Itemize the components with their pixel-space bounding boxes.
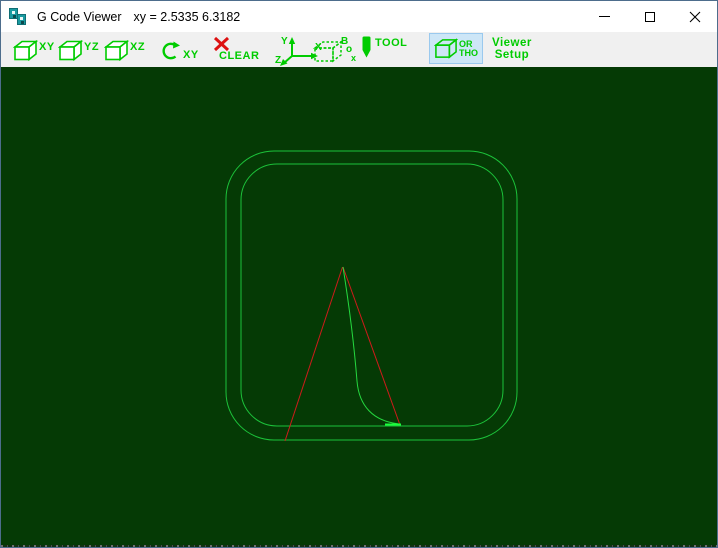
viewer-setup-line2: Setup — [494, 49, 530, 61]
view-xy-label: XY — [39, 41, 55, 53]
ortho-label-bottom: THO — [459, 47, 478, 58]
tool-endmill-icon — [362, 36, 371, 58]
view-xz-label: XZ — [130, 41, 146, 53]
toolpath-svg[interactable] — [1, 67, 717, 545]
box-dashed-cube-icon — [313, 40, 344, 63]
box-letter-x: x — [351, 53, 357, 63]
window-title: G Code Viewer — [37, 9, 122, 24]
cube-icon — [434, 38, 458, 59]
app-icon — [9, 7, 27, 26]
axes-y-label: Y — [281, 36, 288, 47]
ortho-toggle-button[interactable]: OR THO — [429, 33, 483, 64]
window-resize-edge — [1, 545, 717, 547]
viewer-setup-button[interactable]: Viewer Setup — [492, 37, 532, 61]
gcode-viewer-window: G Code Viewer xy = 2.5335 6.3182 XY YZ X… — [0, 0, 718, 548]
maximize-icon — [644, 11, 655, 22]
toolpath-inner-rounded-rect — [240, 163, 504, 427]
titlebar-xy-coordinates: xy = 2.5335 6.3182 — [133, 9, 241, 24]
box-button[interactable]: B o x — [313, 37, 359, 64]
cube-icon — [13, 40, 38, 61]
app-icon-block — [17, 13, 26, 25]
view-yz-label: YZ — [84, 41, 100, 53]
window-controls — [582, 1, 717, 32]
titlebar[interactable]: G Code Viewer xy = 2.5335 6.3182 — [1, 1, 717, 32]
axes-z-label: Z — [275, 55, 281, 66]
rotate-xy-label: XY — [183, 49, 199, 61]
view-xz-button[interactable]: XZ — [104, 40, 145, 61]
viewport[interactable] — [1, 67, 717, 545]
view-xy-button[interactable]: XY — [13, 40, 55, 61]
close-button[interactable] — [672, 1, 717, 32]
maximize-button[interactable] — [627, 1, 672, 32]
cube-icon — [104, 40, 129, 61]
tool-label: TOOL — [375, 37, 408, 49]
rapid-move-left — [284, 266, 343, 442]
close-icon — [689, 11, 700, 22]
cube-icon — [58, 40, 83, 61]
tool-button[interactable]: TOOL — [361, 36, 407, 59]
clear-label: CLEAR — [219, 50, 260, 62]
viewer-setup-line1: Viewer — [492, 37, 532, 49]
minimize-icon — [599, 16, 610, 17]
toolbar: XY YZ XZ XY CLEAR Y X Z B o x TOOL OR TH… — [1, 32, 717, 67]
rotate-icon — [162, 41, 180, 60]
minimize-button[interactable] — [582, 1, 627, 32]
toolpath-outer-rounded-rect — [225, 150, 518, 441]
rotate-xy-button[interactable]: XY — [159, 41, 199, 61]
clear-button[interactable]: CLEAR — [213, 36, 259, 62]
view-yz-button[interactable]: YZ — [58, 40, 99, 61]
rapid-move-right — [342, 266, 401, 426]
